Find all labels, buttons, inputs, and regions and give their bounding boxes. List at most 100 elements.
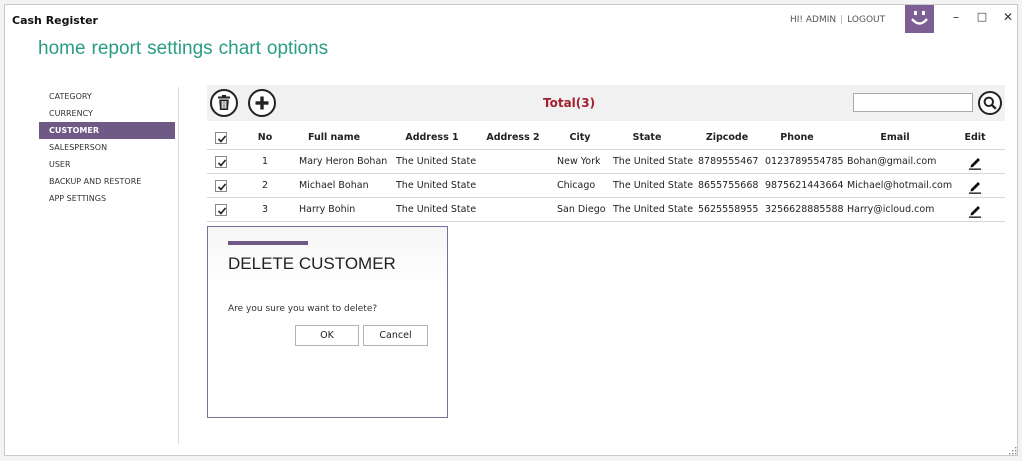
cell-email: Harry@icloud.com [847,204,935,215]
header-address2: Address 2 [486,132,540,143]
check-icon [217,183,227,191]
edit-pencil-icon[interactable] [967,154,983,170]
trash-icon [218,95,230,110]
cell-no: 1 [261,156,269,167]
user-greeting: HI! ADMIN [790,15,837,25]
cell-address1: The United State [396,156,477,167]
row-select-cell [215,150,229,174]
cell-email: Bohan@gmail.com [847,156,937,167]
app-title: Cash Register [12,14,98,27]
search-icon [983,96,997,110]
cell-zipcode: 8789555467 [698,156,759,167]
cell-city: New York [557,156,601,167]
search-input[interactable] [853,93,973,112]
customer-table: No Full name Address 1 Address 2 City St… [207,126,1005,222]
sidebar-item-user[interactable]: USER [39,156,175,173]
row-checkbox[interactable] [215,180,227,192]
maximize-button[interactable]: □ [971,8,993,26]
nav-options[interactable]: options [267,38,328,59]
sidebar-divider [178,87,179,444]
select-all-checkbox[interactable] [215,132,227,144]
header-full-name: Full name [307,132,361,143]
table-row[interactable]: 2 Michael Bohan The United State Chicago… [207,174,1005,198]
user-area: HI! ADMIN | LOGOUT [790,15,885,25]
edit-pencil-icon[interactable] [967,202,983,218]
header-city: City [569,132,591,143]
sidebar: CATEGORY CURRENCY CUSTOMER SALESPERSON U… [39,88,175,207]
nav-settings[interactable]: settings [147,38,212,59]
row-checkbox[interactable] [215,204,227,216]
cell-zipcode: 5625558955 [698,204,759,215]
search-button[interactable] [978,91,1002,115]
sidebar-item-salesperson[interactable]: SALESPERSON [39,139,175,156]
nav-chart[interactable]: chart [219,38,261,59]
header-email: Email [880,132,910,143]
cell-no: 3 [261,204,269,215]
plus-icon [255,96,269,110]
table-row[interactable]: 1 Mary Heron Bohan The United State New … [207,150,1005,174]
row-checkbox[interactable] [215,156,227,168]
cell-no: 2 [261,180,269,191]
cell-edit [963,174,987,198]
ok-button[interactable]: OK [295,325,359,346]
header-no: No [257,132,273,143]
header-address1: Address 1 [405,132,459,143]
nav-report[interactable]: report [92,38,142,59]
app-window: Cash Register HI! ADMIN | LOGOUT – □ ✕ hom… [4,4,1018,456]
cell-city: San Diego [557,204,606,215]
cell-address2 [484,198,560,222]
row-select-cell [215,174,229,198]
cell-address1: The United State [396,204,477,215]
header-edit: Edit [964,132,986,143]
select-all-cell [215,126,229,150]
smiley-logo-icon [905,5,934,33]
cell-edit [963,150,987,174]
cell-full-name: Harry Bohin [299,204,356,215]
dialog-message: Are you sure you want to delete? [228,304,378,314]
cell-full-name: Michael Bohan [299,180,369,191]
header-phone: Phone [780,132,814,143]
cancel-button[interactable]: Cancel [363,325,428,346]
sidebar-item-customer[interactable]: CUSTOMER [39,122,175,139]
header-zipcode: Zipcode [705,132,749,143]
dialog-title: DELETE CUSTOMER [228,254,396,273]
cell-phone: 0123789554785 [765,156,844,167]
dialog-accent-bar [228,241,308,245]
resize-grip-icon[interactable] [1008,446,1017,455]
add-button[interactable] [248,89,276,117]
cell-phone: 3256628885588 [765,204,844,215]
edit-pencil-icon[interactable] [967,178,983,194]
check-icon [217,135,227,143]
main-nav: home report settings chart options [38,38,334,60]
sidebar-item-app-settings[interactable]: APP SETTINGS [39,190,175,207]
cell-edit [963,198,987,222]
minimize-button[interactable]: – [945,8,967,26]
check-icon [217,207,227,215]
table-header-row: No Full name Address 1 Address 2 City St… [207,126,1005,150]
cell-address1: The United State [396,180,477,191]
user-separator: | [840,15,844,25]
delete-customer-dialog: DELETE CUSTOMER Are you sure you want to… [207,226,448,418]
sidebar-item-category[interactable]: CATEGORY [39,88,175,105]
cell-city: Chicago [557,180,596,191]
sidebar-item-currency[interactable]: CURRENCY [39,105,175,122]
toolbar: Total(3) [207,85,1005,121]
cell-state: The United State [613,156,694,167]
cell-address2 [484,174,560,198]
table-row[interactable]: 3 Harry Bohin The United State San Diego… [207,198,1005,222]
cell-state: The United State [613,180,694,191]
nav-home[interactable]: home [38,38,86,59]
logout-link[interactable]: LOGOUT [847,15,885,25]
row-select-cell [215,198,229,222]
cell-state: The United State [613,204,694,215]
check-icon [217,159,227,167]
cell-address2 [484,150,560,174]
delete-button[interactable] [210,89,238,117]
close-button[interactable]: ✕ [997,8,1019,26]
header-state: State [632,132,662,143]
cell-zipcode: 8655755668 [698,180,759,191]
total-count: Total(3) [543,96,596,110]
sidebar-item-backup-and-restore[interactable]: BACKUP AND RESTORE [39,173,175,190]
cell-email: Michael@hotmail.com [847,180,953,191]
cell-phone: 9875621443664 [765,180,844,191]
